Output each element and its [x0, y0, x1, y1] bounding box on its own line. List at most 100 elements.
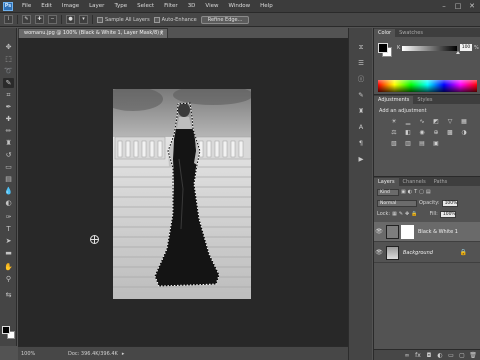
brightness-contrast-icon[interactable]: ☀ [389, 117, 399, 126]
black-white-icon[interactable]: ◧ [403, 128, 413, 137]
paragraph-panel-icon[interactable]: ¶ [356, 138, 366, 148]
tab-swatches[interactable]: Swatches [395, 29, 427, 37]
layer-kind-filter[interactable]: Kind [377, 188, 399, 196]
brush-icon[interactable]: ✏ [3, 126, 14, 136]
menu-3d[interactable]: 3D [183, 3, 201, 9]
lock-transparent-icon[interactable]: ▦ [392, 210, 397, 218]
delete-layer-icon[interactable]: 🗑 [469, 352, 477, 359]
tab-adjustments[interactable]: Adjustments [374, 96, 414, 104]
close-button[interactable]: ✕ [466, 1, 478, 11]
k-channel-slider[interactable] [402, 46, 457, 51]
gradient-map-icon[interactable]: ▤ [417, 139, 427, 148]
info-panel-icon[interactable]: ⓘ [356, 74, 366, 84]
opacity-field[interactable]: 100% [441, 199, 458, 207]
brush-size-icon[interactable]: ● [66, 15, 75, 24]
filter-shape-icon[interactable]: ▢ [419, 188, 424, 196]
selective-color-icon[interactable]: ▣ [431, 139, 441, 148]
sample-all-layers-checkbox[interactable] [97, 16, 103, 23]
k-value-field[interactable]: 100 [460, 44, 472, 51]
history-panel-icon[interactable]: ⧖ [356, 42, 366, 52]
layer-row-black-white[interactable]: 👁 Black & White 1 [374, 222, 480, 242]
brush-picker-arrow-icon[interactable]: ▾ [79, 15, 88, 24]
auto-enhance-option[interactable]: Auto-Enhance [153, 16, 197, 23]
invert-icon[interactable]: ◑ [459, 128, 469, 137]
filter-type-icon[interactable]: T [414, 188, 417, 196]
menu-select[interactable]: Select [132, 3, 159, 9]
minimize-button[interactable]: – [438, 1, 450, 11]
clone-stamp-icon[interactable]: ♜ [3, 138, 14, 148]
zoom-level[interactable]: 100% [18, 351, 38, 357]
document-tab[interactable]: womanu.jpg @ 100% (Black & White 1, Laye… [18, 28, 168, 38]
new-adjustment-icon[interactable]: ◐ [436, 352, 444, 359]
pen-icon[interactable]: ✑ [3, 212, 14, 222]
link-layers-icon[interactable]: ∞ [403, 352, 411, 359]
marquee-icon[interactable]: ⬚ [3, 54, 14, 64]
zoom-icon[interactable]: ⚲ [3, 274, 14, 284]
rectangle-icon[interactable]: ▬ [3, 248, 14, 258]
gradient-icon[interactable]: ▤ [3, 174, 14, 184]
blend-mode-select[interactable]: Normal [377, 199, 417, 207]
levels-icon[interactable]: ▁ [403, 117, 413, 126]
curves-icon[interactable]: ∿ [417, 117, 427, 126]
subtract-from-selection-icon[interactable]: − [48, 15, 57, 24]
exposure-icon[interactable]: ◩ [431, 117, 441, 126]
photo-filter-icon[interactable]: ◉ [417, 128, 427, 137]
refine-edge-button[interactable]: Refine Edge... [200, 15, 250, 24]
layer-mask-thumbnail[interactable] [401, 224, 414, 239]
menu-window[interactable]: Window [223, 3, 255, 9]
visibility-eye-icon[interactable]: 👁 [374, 249, 384, 256]
menu-file[interactable]: File [17, 3, 36, 9]
menu-edit[interactable]: Edit [36, 3, 57, 9]
tab-color[interactable]: Color [374, 29, 396, 37]
properties-panel-icon[interactable]: ☰ [356, 58, 366, 68]
hue-saturation-icon[interactable]: ▦ [459, 117, 469, 126]
actions-panel-icon[interactable]: ▶ [356, 154, 366, 164]
lasso-icon[interactable]: ➰ [3, 66, 14, 76]
new-layer-icon[interactable]: ▢ [458, 352, 466, 359]
move-icon[interactable]: ✥ [3, 42, 14, 52]
menu-help[interactable]: Help [255, 3, 278, 9]
color-balance-icon[interactable]: ⚖ [389, 128, 399, 137]
sample-all-layers-option[interactable]: Sample All Layers [97, 16, 150, 23]
status-menu-arrow-icon[interactable]: ▸ [122, 351, 125, 357]
color-panel-foreground-swatch[interactable] [378, 43, 388, 53]
tab-channels[interactable]: Channels [399, 178, 430, 186]
lock-all-icon[interactable]: 🔒 [411, 210, 417, 218]
menu-type[interactable]: Type [109, 3, 132, 9]
filter-adjustment-icon[interactable]: ◐ [408, 188, 412, 196]
lock-image-icon[interactable]: ✎ [399, 210, 403, 218]
filter-smart-icon[interactable]: ▤ [426, 188, 431, 196]
new-selection-icon[interactable]: ✎ [22, 15, 31, 24]
tab-paths[interactable]: Paths [430, 178, 452, 186]
threshold-icon[interactable]: ▥ [403, 139, 413, 148]
maximize-button[interactable]: □ [452, 1, 464, 11]
filter-pixel-icon[interactable]: ▣ [401, 188, 406, 196]
spot-heal-icon[interactable]: ✚ [3, 114, 14, 124]
menu-image[interactable]: Image [57, 3, 84, 9]
k-slider-thumb-icon[interactable] [456, 51, 460, 54]
auto-enhance-checkbox[interactable] [153, 16, 160, 23]
path-select-icon[interactable]: ➤ [3, 236, 14, 246]
brush-panel-icon[interactable]: ✎ [356, 90, 366, 100]
layer-row-background[interactable]: 👁 Background 🔒 [374, 243, 480, 263]
menu-layer[interactable]: Layer [84, 3, 109, 9]
close-document-icon[interactable]: × [159, 29, 164, 38]
lock-position-icon[interactable]: ✥ [405, 210, 409, 218]
layer-style-icon[interactable]: fx [414, 352, 422, 359]
crop-icon[interactable]: ⌗ [3, 90, 14, 100]
visibility-eye-icon[interactable]: 👁 [374, 228, 384, 235]
quick-selection-icon[interactable]: ✎ [3, 78, 14, 88]
color-spectrum-ramp[interactable] [378, 80, 477, 92]
hand-icon[interactable]: ✋ [3, 262, 14, 272]
blur-icon[interactable]: 💧 [3, 186, 14, 196]
document-image[interactable] [113, 89, 251, 299]
foreground-color-swatch[interactable] [2, 326, 10, 334]
new-group-icon[interactable]: ▭ [447, 352, 455, 359]
menu-view[interactable]: View [200, 3, 223, 9]
eraser-icon[interactable]: ▭ [3, 162, 14, 172]
type-icon[interactable]: T [3, 224, 14, 234]
tab-layers[interactable]: Layers [374, 178, 399, 186]
quick-selection-icon[interactable]: ⌇ [4, 15, 13, 24]
eyedropper-icon[interactable]: ✒ [3, 102, 14, 112]
vibrance-icon[interactable]: ▽ [445, 117, 455, 126]
